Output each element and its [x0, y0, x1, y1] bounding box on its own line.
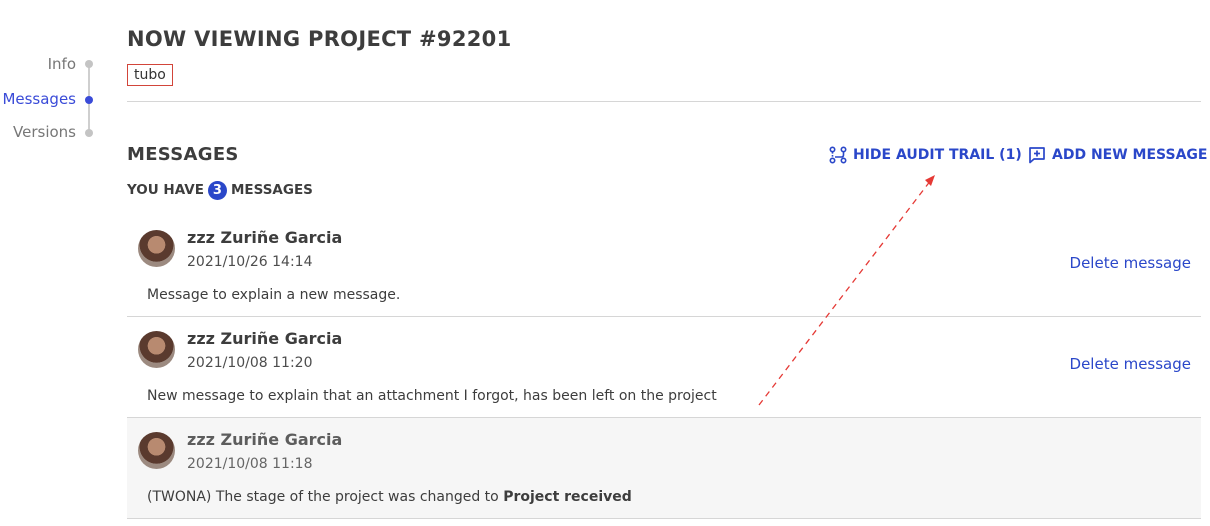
hide-audit-trail-button[interactable]: HIDE AUDIT TRAIL (1)	[829, 145, 1022, 165]
message-date: 2021/10/08 11:18	[187, 456, 313, 472]
message-count-prefix: YOU HAVE	[127, 182, 204, 198]
side-nav-dot-info	[85, 60, 93, 68]
delete-message-link[interactable]: Delete message	[1070, 355, 1191, 373]
messages-section-title: MESSAGES	[127, 144, 239, 165]
message-item: zzz Zuriñe Garcia 2021/10/26 14:14 Delet…	[127, 216, 1201, 317]
message-count: YOU HAVE 3 MESSAGES	[127, 179, 313, 201]
project-stage-value: Project received	[503, 489, 632, 505]
hide-audit-trail-label: HIDE AUDIT TRAIL (1)	[853, 147, 1022, 163]
side-nav-dot-messages	[85, 96, 93, 104]
side-nav-item-versions[interactable]: Versions	[13, 123, 76, 141]
add-new-message-button[interactable]: ADD NEW MESSAGE	[1028, 145, 1207, 165]
page: Info Messages Versions NOW VIEWING PROJE…	[0, 0, 1210, 526]
message-item: zzz Zuriñe Garcia 2021/10/08 11:20 Delet…	[127, 317, 1201, 418]
side-nav-item-messages[interactable]: Messages	[2, 90, 76, 108]
avatar	[138, 432, 175, 469]
message-body-text: (TWONA) The stage of the project was cha…	[147, 489, 499, 505]
message-author: zzz Zuriñe Garcia	[187, 329, 343, 348]
message-author: zzz Zuriñe Garcia	[187, 228, 343, 247]
header-divider	[127, 101, 1201, 102]
page-title: NOW VIEWING PROJECT #92201	[127, 27, 512, 51]
message-date: 2021/10/26 14:14	[187, 254, 313, 270]
avatar	[138, 230, 175, 267]
message-body: Message to explain a new message.	[147, 287, 401, 303]
add-new-message-label: ADD NEW MESSAGE	[1052, 147, 1208, 163]
message-author: zzz Zuriñe Garcia	[187, 430, 343, 449]
message-date: 2021/10/08 11:20	[187, 355, 313, 371]
delete-message-link[interactable]: Delete message	[1070, 254, 1191, 272]
audit-trail-item: zzz Zuriñe Garcia 2021/10/08 11:18 (TWON…	[127, 418, 1201, 519]
arrowhead-icon	[925, 175, 935, 186]
message-count-suffix: MESSAGES	[230, 182, 313, 198]
message-body: (TWONA) The stage of the project was cha…	[147, 489, 632, 505]
side-nav-dot-versions	[85, 129, 93, 137]
side-nav: Info Messages Versions	[0, 55, 100, 145]
avatar	[138, 331, 175, 368]
audit-trail-icon	[829, 146, 847, 164]
message-body: New message to explain that an attachmen…	[147, 388, 717, 404]
message-count-badge: 3	[207, 180, 227, 200]
project-tag: tubo	[127, 64, 173, 86]
side-nav-item-info[interactable]: Info	[48, 55, 76, 73]
add-message-icon	[1029, 147, 1045, 164]
